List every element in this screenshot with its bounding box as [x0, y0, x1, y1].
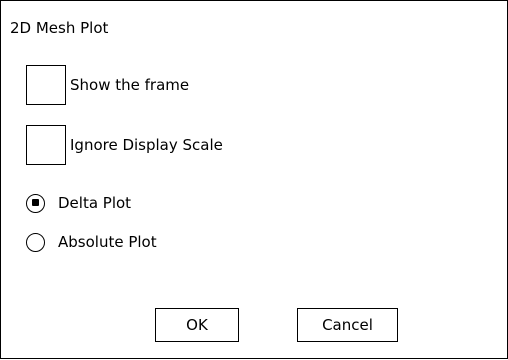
show-frame-option[interactable]: Show the frame	[26, 64, 189, 106]
delta-plot-label[interactable]: Delta Plot	[58, 193, 131, 213]
ok-button[interactable]: OK	[155, 308, 239, 342]
ignore-display-scale-checkbox[interactable]	[26, 125, 66, 165]
delta-plot-option[interactable]: Delta Plot	[26, 191, 131, 215]
show-frame-checkbox[interactable]	[26, 65, 66, 105]
show-frame-label[interactable]: Show the frame	[70, 75, 189, 95]
absolute-plot-label[interactable]: Absolute Plot	[58, 232, 157, 252]
delta-plot-radio[interactable]	[26, 193, 45, 213]
absolute-plot-radio[interactable]	[26, 232, 45, 252]
ignore-display-scale-option[interactable]: Ignore Display Scale	[26, 124, 223, 166]
ignore-display-scale-label[interactable]: Ignore Display Scale	[70, 135, 223, 155]
dialog-title: 2D Mesh Plot	[10, 19, 109, 37]
absolute-plot-option[interactable]: Absolute Plot	[26, 230, 157, 254]
cancel-button[interactable]: Cancel	[297, 308, 398, 342]
mesh-plot-dialog: 2D Mesh Plot Show the frame Ignore Displ…	[0, 0, 508, 359]
